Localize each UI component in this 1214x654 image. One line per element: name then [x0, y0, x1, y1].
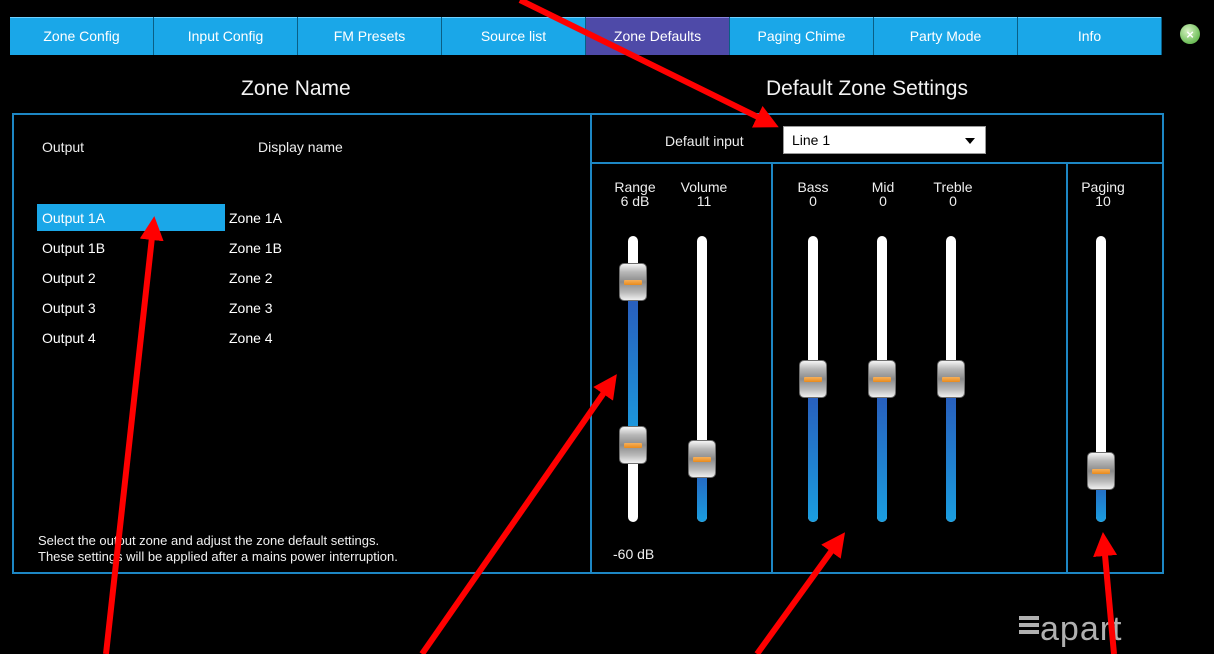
- bass-slider-handle[interactable]: [799, 360, 827, 398]
- range-upper-handle[interactable]: [619, 262, 647, 301]
- chevron-down-icon: [965, 138, 975, 144]
- output-cell[interactable]: Output 1B: [37, 234, 225, 261]
- list-item[interactable]: Output 4 Zone 4: [37, 324, 273, 351]
- tab-fm-presets[interactable]: FM Presets: [298, 17, 442, 55]
- brand-logo: apart: [1040, 610, 1123, 648]
- output-column-header: Output: [42, 139, 85, 155]
- tab-info[interactable]: Info: [1018, 17, 1162, 55]
- paging-label-text: Paging: [1081, 179, 1125, 195]
- volume-label-text: Volume: [680, 179, 728, 195]
- default-zone-settings-title: Default Zone Settings: [766, 77, 968, 100]
- display-name-column-header: Display name: [258, 139, 343, 155]
- output-cell[interactable]: Output 3: [37, 294, 225, 321]
- paging-slider-handle[interactable]: [1087, 451, 1115, 490]
- display-name-cell[interactable]: Zone 1A: [225, 210, 282, 226]
- help-line-1: Select the output zone and adjust the zo…: [38, 533, 380, 548]
- tab-input-config[interactable]: Input Config: [154, 17, 298, 55]
- zone-name-title: Zone Name: [241, 77, 351, 100]
- tab-source-list[interactable]: Source list: [442, 17, 586, 55]
- default-input-label: Default input: [665, 133, 744, 149]
- list-item[interactable]: Output 2 Zone 2: [37, 264, 273, 291]
- help-text: Select the output zone and adjust the zo…: [38, 533, 398, 565]
- paging-group-divider: [1066, 162, 1068, 574]
- output-cell[interactable]: Output 4: [37, 324, 225, 351]
- default-input-value: Line 1: [792, 132, 831, 148]
- range-label-text: Range: [614, 179, 656, 195]
- range-slider-fill: [628, 281, 638, 445]
- close-icon: ×: [1186, 26, 1194, 42]
- treble-slider-handle[interactable]: [937, 360, 965, 398]
- logo-bars-icon: [1019, 614, 1039, 634]
- tab-zone-config[interactable]: Zone Config: [10, 17, 154, 55]
- display-name-cell[interactable]: Zone 4: [225, 330, 273, 346]
- mid-slider-handle[interactable]: [868, 360, 896, 398]
- input-row-divider: [590, 162, 1164, 164]
- volume-slider-handle[interactable]: [688, 440, 716, 479]
- treble-label: Treble 0: [928, 180, 978, 208]
- volume-label: Volume 11: [676, 180, 732, 208]
- tab-bar: Zone Config Input Config FM Presets Sour…: [10, 17, 1162, 55]
- help-line-2: These settings will be applied after a m…: [38, 549, 398, 564]
- bass-slider-fill: [808, 379, 818, 522]
- volume-value: 11: [696, 193, 712, 209]
- list-item[interactable]: Output 1B Zone 1B: [37, 234, 282, 261]
- bass-label: Bass 0: [793, 180, 833, 208]
- list-item[interactable]: Output 1A Zone 1A: [37, 204, 282, 231]
- treble-label-text: Treble: [933, 179, 973, 195]
- bass-label-text: Bass: [797, 179, 829, 195]
- display-name-cell[interactable]: Zone 3: [225, 300, 273, 316]
- list-item[interactable]: Output 3 Zone 3: [37, 294, 273, 321]
- mid-label-text: Mid: [871, 179, 895, 195]
- range-min-label: -60 dB: [613, 546, 655, 562]
- mid-slider-fill: [877, 379, 887, 522]
- range-lower-handle[interactable]: [619, 425, 647, 464]
- treble-value: 0: [949, 193, 957, 209]
- output-cell[interactable]: Output 2: [37, 264, 225, 291]
- paging-value: 10: [1095, 193, 1111, 209]
- close-button[interactable]: ×: [1180, 24, 1200, 44]
- panel-divider: [590, 113, 592, 574]
- display-name-cell[interactable]: Zone 2: [225, 270, 273, 286]
- range-label: Range 6 dB: [612, 180, 658, 208]
- tone-group-divider: [771, 162, 773, 574]
- tab-party-mode[interactable]: Party Mode: [874, 17, 1018, 55]
- default-input-select[interactable]: Line 1: [783, 126, 986, 154]
- tab-paging-chime[interactable]: Paging Chime: [730, 17, 874, 55]
- tab-zone-defaults[interactable]: Zone Defaults: [586, 17, 730, 55]
- paging-label: Paging 10: [1078, 180, 1128, 208]
- display-name-cell[interactable]: Zone 1B: [225, 240, 282, 256]
- mid-value: 0: [879, 193, 887, 209]
- output-cell-selected[interactable]: Output 1A: [37, 204, 225, 231]
- range-value: 6 dB: [620, 193, 650, 209]
- bass-value: 0: [809, 193, 817, 209]
- treble-slider-fill: [946, 379, 956, 522]
- mid-label: Mid 0: [863, 180, 903, 208]
